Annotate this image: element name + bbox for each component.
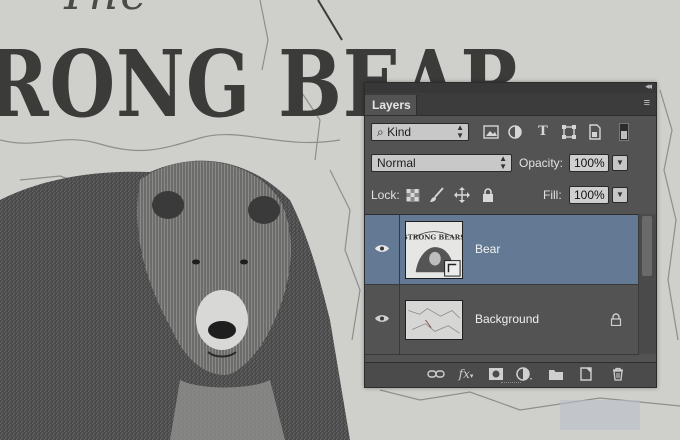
new-layer-icon[interactable] <box>577 367 595 381</box>
new-group-icon[interactable] <box>547 367 565 381</box>
lock-label: Lock: <box>371 188 400 202</box>
eye-icon[interactable] <box>375 314 389 323</box>
blend-mode-value: Normal <box>377 156 416 170</box>
new-adjustment-icon[interactable] <box>515 367 533 381</box>
dropdown-arrows-icon: ▲ ▼ <box>499 154 507 171</box>
tab-layers[interactable]: Layers <box>365 95 417 115</box>
lock-row: Lock: Fill: 100% ▼ <box>365 186 656 206</box>
layer-lock-icon <box>610 313 622 326</box>
layer-name-background[interactable]: Background <box>475 312 539 326</box>
fill-field[interactable]: 100% <box>569 186 609 204</box>
scrollbar-thumb[interactable] <box>642 216 652 276</box>
type-filter-icon[interactable]: T <box>535 125 551 139</box>
layers-bottom-toolbar: fx▾ <box>365 362 656 387</box>
visibility-column <box>365 215 400 284</box>
lock-image-pixels-icon[interactable] <box>429 187 445 203</box>
lock-position-icon[interactable] <box>454 187 470 203</box>
trash-icon[interactable] <box>609 367 627 381</box>
fx-label: fx <box>458 367 470 381</box>
panel-resize-grip[interactable] <box>501 382 521 385</box>
add-mask-icon[interactable] <box>487 367 505 381</box>
fx-icon[interactable]: fx▾ <box>457 367 475 383</box>
layer-row-bear[interactable]: STRONG BEARS Bear <box>365 215 639 285</box>
layer-row-background[interactable]: Background <box>365 285 639 355</box>
opacity-label: Opacity: <box>519 156 564 170</box>
opacity-slider-button[interactable]: ▼ <box>612 155 628 171</box>
lock-transparent-pixels-icon[interactable] <box>405 189 421 202</box>
adjustment-filter-icon[interactable] <box>507 124 523 140</box>
fill-slider-button[interactable]: ▼ <box>612 187 628 203</box>
panel-menu-icon[interactable]: ≡ <box>644 97 650 109</box>
blend-mode-dropdown[interactable]: Normal ▲ ▼ <box>371 154 512 172</box>
opacity-field[interactable]: 100% <box>569 154 609 172</box>
layers-panel: ◂◂ Layers ≡ ⌕ Kind ▲ ▼ T Normal ▲ ▼ Opac… <box>364 81 657 388</box>
shape-filter-icon[interactable] <box>561 124 577 140</box>
filter-kind-dropdown[interactable]: ⌕ Kind ▲ ▼ <box>371 123 469 141</box>
fill-label: Fill: <box>543 188 562 202</box>
artwork-title-small: The <box>58 0 149 20</box>
link-layers-icon[interactable] <box>427 367 445 381</box>
eye-icon[interactable] <box>375 244 389 253</box>
dropdown-arrows-icon: ▲ ▼ <box>456 123 464 140</box>
layers-list: STRONG BEARS Bear <box>365 214 656 355</box>
smart-object-filter-icon[interactable] <box>587 124 603 140</box>
filter-kind-label: Kind <box>387 125 412 139</box>
layer-thumbnail-bear[interactable]: STRONG BEARS <box>405 221 463 279</box>
layer-name-bear[interactable]: Bear <box>475 242 500 256</box>
layers-scrollbar[interactable] <box>638 214 656 354</box>
filter-toggle-icon[interactable] <box>619 123 629 141</box>
visibility-column <box>365 285 400 354</box>
thumb-title-text: STRONG BEARS <box>406 233 462 241</box>
layer-thumbnail-background[interactable] <box>405 300 463 340</box>
filter-row: ⌕ Kind ▲ ▼ T <box>365 123 656 143</box>
blend-row: Normal ▲ ▼ Opacity: 100% ▼ <box>365 154 656 174</box>
lock-all-icon[interactable] <box>480 187 496 203</box>
collapse-panel-icon[interactable]: ◂◂ <box>645 81 652 92</box>
panel-tab-bar: Layers ≡ <box>365 93 656 116</box>
search-icon: ⌕ <box>377 125 384 139</box>
image-filter-icon[interactable] <box>483 125 499 139</box>
panel-title-strip: ◂◂ <box>365 81 656 93</box>
